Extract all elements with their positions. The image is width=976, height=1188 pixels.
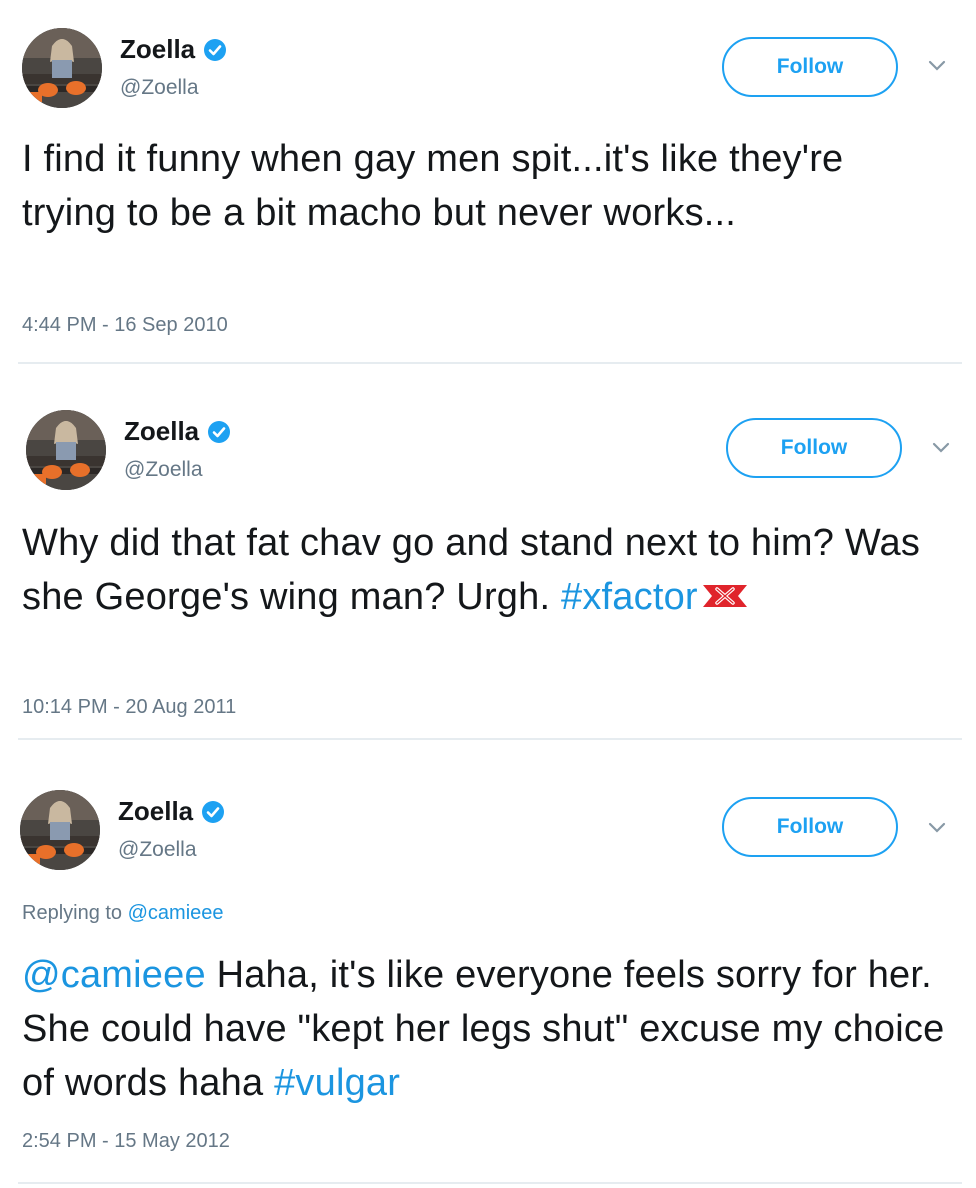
avatar-photo — [20, 790, 100, 870]
user-handle[interactable]: @Zoella — [120, 76, 199, 100]
display-name[interactable]: Zoella — [118, 796, 193, 827]
tweet-text-block: @camieee Haha, it's like everyone feels … — [22, 948, 952, 1110]
user-handle[interactable]: @Zoella — [118, 838, 197, 862]
tweet-3: Zoella @Zoella Follow Replying to @camie… — [0, 740, 976, 1180]
tweet-text: I find it funny when gay men spit...it's… — [22, 138, 844, 234]
tweet-text-block: Why did that fat chav go and stand next … — [22, 516, 922, 624]
avatar-photo — [22, 28, 102, 108]
hashtag-link[interactable]: #vulgar — [274, 1062, 400, 1104]
user-handle[interactable]: @Zoella — [124, 458, 203, 482]
display-name[interactable]: Zoella — [120, 34, 195, 65]
tweet-1: Zoella @Zoella Follow I find it funny wh… — [0, 0, 976, 362]
chevron-down-icon[interactable] — [928, 822, 946, 834]
tweet-timestamp[interactable]: 4:44 PM - 16 Sep 2010 — [22, 314, 228, 337]
tweet-timestamp[interactable]: 2:54 PM - 15 May 2012 — [22, 1130, 230, 1153]
avatar-photo — [26, 410, 106, 490]
verified-badge-icon — [203, 38, 227, 62]
tweet-text: Why did that fat chav go and stand next … — [22, 522, 921, 618]
replying-to: Replying to @camieee — [22, 902, 224, 925]
tweet-2: Zoella @Zoella Follow Why did that fat c… — [0, 364, 976, 738]
verified-badge-icon — [201, 800, 225, 824]
mention-link[interactable]: @camieee — [22, 954, 206, 996]
tweet-timestamp[interactable]: 10:14 PM - 20 Aug 2011 — [22, 696, 236, 719]
avatar[interactable] — [22, 28, 102, 108]
verified-badge-icon — [207, 420, 231, 444]
follow-button[interactable]: Follow — [726, 418, 902, 478]
divider — [18, 1182, 962, 1184]
follow-button[interactable]: Follow — [722, 797, 898, 857]
replying-to-mention-link[interactable]: @camieee — [128, 902, 224, 924]
chevron-down-icon[interactable] — [932, 442, 950, 454]
follow-button[interactable]: Follow — [722, 37, 898, 97]
hashtag-link[interactable]: #xfactor — [561, 576, 698, 618]
avatar[interactable] — [26, 410, 106, 490]
xfactor-hashflag-icon — [700, 581, 750, 611]
display-name[interactable]: Zoella — [124, 416, 199, 447]
replying-to-label: Replying to — [22, 902, 123, 924]
avatar[interactable] — [20, 790, 100, 870]
chevron-down-icon[interactable] — [928, 60, 946, 72]
